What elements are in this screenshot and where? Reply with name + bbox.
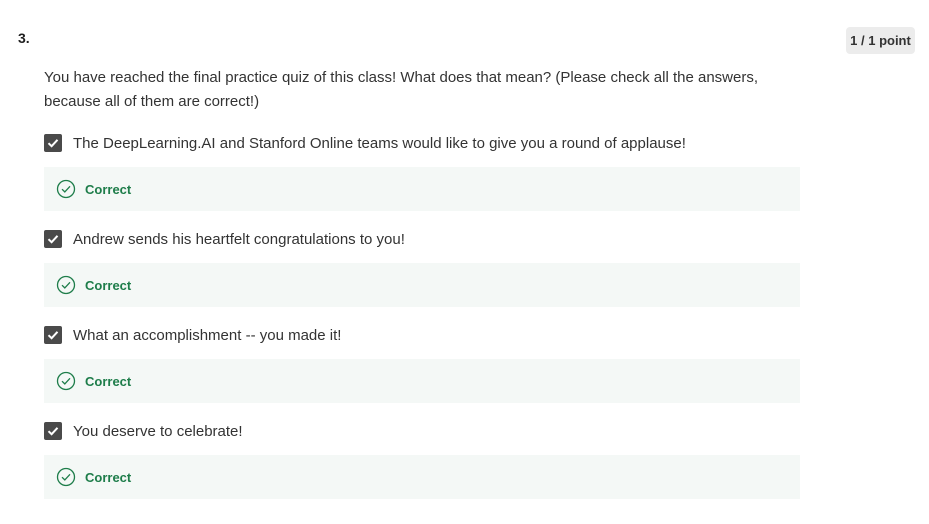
feedback-box: Correct [44,167,800,211]
checkbox-checked[interactable] [44,422,62,440]
check-circle-icon [56,179,76,199]
feedback-correct-label: Correct [85,469,132,485]
question-prompt: You have reached the final practice quiz… [44,69,759,110]
checkmark-icon [47,139,59,148]
feedback-box: Correct [44,359,800,403]
feedback-correct-label: Correct [85,277,132,293]
feedback-box: Correct [44,263,800,307]
check-circle-icon [56,467,76,487]
feedback-correct-label: Correct [85,181,132,197]
feedback-box: Correct [44,455,800,499]
answer-option-4[interactable]: You deserve to celebrate! [44,422,243,440]
checkmark-icon [47,427,59,436]
answer-option-1[interactable]: The DeepLearning.AI and Stanford Online … [44,134,686,152]
answer-option-label: The DeepLearning.AI and Stanford Online … [73,134,686,152]
checkbox-checked[interactable] [44,230,62,248]
checkbox-checked[interactable] [44,134,62,152]
check-circle-icon [56,275,76,295]
answer-option-label: Andrew sends his heartfelt congratulatio… [73,230,405,248]
checkmark-icon [47,331,59,340]
answer-option-label: What an accomplishment -- you made it! [73,326,342,344]
question-number: 3. [18,30,30,46]
answer-option-2[interactable]: Andrew sends his heartfelt congratulatio… [44,230,405,248]
points-badge: 1 / 1 point [846,27,915,54]
feedback-correct-label: Correct [85,373,132,389]
checkbox-checked[interactable] [44,326,62,344]
checkmark-icon [47,235,59,244]
answer-option-label: You deserve to celebrate! [73,422,243,440]
answer-option-3[interactable]: What an accomplishment -- you made it! [44,326,341,344]
check-circle-icon [56,371,76,391]
